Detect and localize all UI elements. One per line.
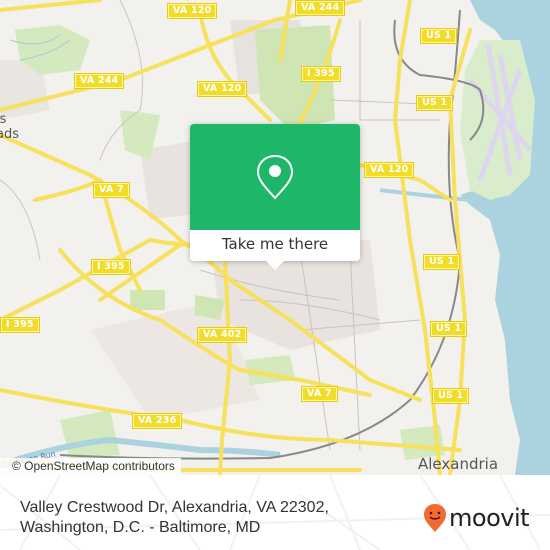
- place-label-baileys-crossroads: 's ads: [0, 112, 19, 142]
- place-label-alexandria: Alexandria: [418, 455, 499, 473]
- shield-i395-left: I 395: [1, 318, 39, 332]
- shield-va7-left: VA 7: [94, 183, 129, 197]
- shield-va402: VA 402: [198, 328, 247, 342]
- moovit-logo-text: moovit: [449, 504, 530, 532]
- shield-va7-right: VA 7: [302, 387, 337, 401]
- shield-va236: VA 236: [133, 414, 182, 428]
- attribution-text: © OpenStreetMap contributors: [12, 459, 175, 473]
- take-me-there-button[interactable]: Take me there: [190, 230, 360, 261]
- shield-us1-mid: US 1: [417, 96, 453, 110]
- shield-va244-top: VA 244: [296, 1, 345, 15]
- shield-us1-right1: US 1: [424, 255, 460, 269]
- shield-va120-top: VA 120: [168, 4, 217, 18]
- popup-tail: [266, 261, 284, 270]
- airport-island: [460, 40, 535, 200]
- shield-va120-right: VA 120: [365, 163, 414, 177]
- shield-us1-right2: US 1: [431, 322, 467, 336]
- map-pin-icon: [256, 154, 294, 200]
- footer: Valley Crestwood Dr, Alexandria, VA 2230…: [0, 475, 550, 550]
- shield-i395-top: I 395: [302, 67, 340, 81]
- map-attribution[interactable]: © OpenStreetMap contributors: [0, 458, 181, 475]
- address-line-1: Valley Crestwood Dr, Alexandria, VA 2230…: [20, 499, 329, 516]
- park: [130, 290, 165, 310]
- shield-va244-left: VA 244: [75, 74, 124, 88]
- location-popup: Take me there: [190, 124, 360, 270]
- shield-us1-right3: US 1: [433, 389, 469, 403]
- moovit-logo[interactable]: moovit: [423, 503, 530, 533]
- popup-header: [190, 124, 360, 230]
- moovit-pin-icon: [424, 504, 446, 532]
- address-line-2: Washington, D.C. - Baltimore, MD: [20, 519, 261, 536]
- shield-i395-mid: I 395: [92, 260, 130, 274]
- park: [60, 410, 120, 460]
- shield-va120-mid: VA 120: [198, 82, 247, 96]
- shield-us1-top: US 1: [421, 29, 457, 43]
- map-view[interactable]: VA 120 VA 244 US 1 VA 244 VA 120 I 395 U…: [0, 0, 550, 475]
- park: [245, 355, 295, 385]
- address: Valley Crestwood Dr, Alexandria, VA 2230…: [20, 498, 329, 538]
